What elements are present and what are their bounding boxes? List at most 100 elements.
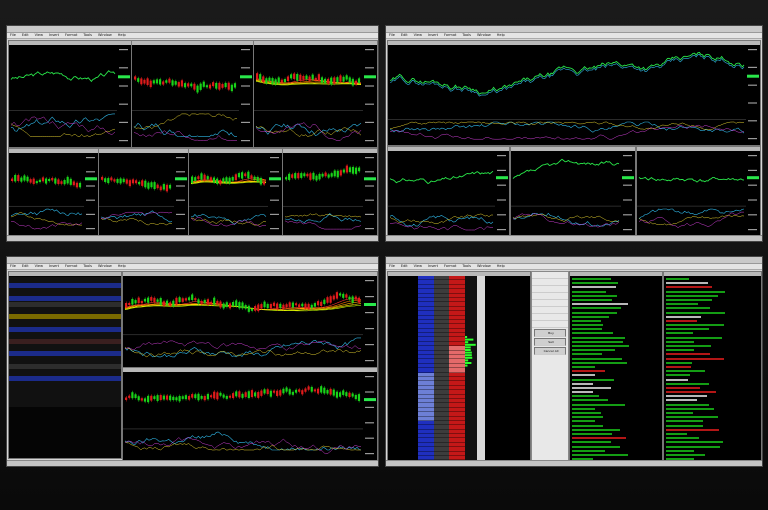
buy-button[interactable]: Buy: [534, 329, 566, 337]
menu-tools[interactable]: Tools: [83, 33, 92, 37]
menu-help[interactable]: Help: [497, 33, 505, 37]
menu-window[interactable]: Window: [477, 33, 491, 37]
candle-body: [310, 304, 313, 309]
order-field[interactable]: [532, 293, 568, 300]
menu-help[interactable]: Help: [497, 264, 505, 268]
dom-bid-column[interactable]: [418, 276, 434, 462]
chart-window[interactable]: [188, 148, 283, 236]
menu-format[interactable]: Format: [444, 264, 456, 268]
menu-insert[interactable]: Insert: [428, 33, 438, 37]
price-chart[interactable]: [9, 45, 131, 146]
time-and-sales-window[interactable]: [569, 271, 663, 463]
line-chart[interactable]: [388, 45, 760, 144]
menu-view[interactable]: View: [35, 33, 43, 37]
order-entry-panel[interactable]: Buy Sell Cancel All: [531, 271, 569, 463]
depth-of-market-window[interactable]: [387, 271, 531, 463]
watchlist-header[interactable]: [9, 272, 121, 276]
candlestick-chart[interactable]: [99, 153, 188, 234]
dom-ask-column[interactable]: [449, 276, 465, 462]
chart-window[interactable]: [636, 146, 761, 237]
dom-bid-size-column[interactable]: [388, 276, 418, 462]
candlestick-chart[interactable]: [132, 45, 253, 146]
menu-window[interactable]: Window: [477, 264, 491, 268]
price-chart[interactable]: [637, 151, 760, 235]
price-axis-tick-label: [176, 157, 185, 159]
menu-file[interactable]: File: [10, 264, 16, 268]
time-and-sales-header[interactable]: [570, 272, 662, 276]
watchlist-rows[interactable]: [9, 277, 121, 407]
candle-body: [357, 167, 361, 172]
candle-body: [181, 396, 184, 399]
menu-format[interactable]: Format: [444, 33, 456, 37]
chart-window[interactable]: [282, 148, 378, 236]
chart-window[interactable]: [387, 146, 510, 237]
menu-file[interactable]: File: [389, 264, 395, 268]
menu-window[interactable]: Window: [98, 264, 112, 268]
menu-file[interactable]: File: [389, 33, 395, 37]
menu-view[interactable]: View: [35, 264, 43, 268]
chart-window[interactable]: [8, 148, 99, 236]
price-axis-tick-label: [270, 157, 279, 159]
order-field[interactable]: [532, 286, 568, 293]
cancel-all-button[interactable]: Cancel All: [534, 347, 566, 355]
menu-bar[interactable]: File Edit View Insert Format Tools Window Help: [7, 33, 378, 39]
time-and-sales-window[interactable]: [663, 271, 762, 463]
chart-window[interactable]: [98, 148, 189, 236]
price-axis-tick-label: [365, 344, 374, 346]
order-field[interactable]: [532, 314, 568, 321]
menu-window[interactable]: Window: [98, 33, 112, 37]
menu-tools[interactable]: Tools: [83, 264, 92, 268]
menu-edit[interactable]: Edit: [22, 33, 29, 37]
price-axis: [746, 151, 760, 235]
menu-insert[interactable]: Insert: [49, 264, 59, 268]
chart-window[interactable]: [8, 40, 132, 148]
chart-window[interactable]: [253, 40, 378, 148]
order-field[interactable]: [532, 307, 568, 314]
candle-body: [351, 296, 354, 303]
moving-average-ribbon-chart[interactable]: [254, 45, 377, 146]
candle-body: [253, 176, 256, 180]
menu-bar[interactable]: File Edit View Insert Format Tools Window Help: [386, 33, 762, 39]
price-chart[interactable]: [388, 151, 509, 235]
menu-edit[interactable]: Edit: [401, 264, 408, 268]
chart-window[interactable]: [122, 271, 378, 368]
watchlist-row[interactable]: [9, 400, 121, 407]
order-field[interactable]: [532, 300, 568, 307]
menu-edit[interactable]: Edit: [22, 264, 29, 268]
chart-window[interactable]: [122, 367, 378, 461]
watchlist-window[interactable]: [8, 271, 122, 459]
order-field[interactable]: [532, 279, 568, 286]
menu-bar[interactable]: File Edit View Insert Format Tools Window Help: [7, 264, 378, 270]
candlestick-chart[interactable]: [283, 153, 377, 234]
trade-print: [572, 412, 602, 414]
menu-view[interactable]: View: [414, 264, 422, 268]
menu-insert[interactable]: Insert: [49, 33, 59, 37]
price-chart[interactable]: [511, 151, 635, 235]
menu-format[interactable]: Format: [65, 264, 77, 268]
order-field[interactable]: [532, 321, 568, 328]
moving-average-ribbon-chart[interactable]: [123, 276, 377, 366]
menu-help[interactable]: Help: [118, 264, 126, 268]
candle-body: [276, 303, 279, 310]
menu-tools[interactable]: Tools: [462, 264, 471, 268]
chart-window[interactable]: [387, 40, 761, 146]
price-axis-tick-label: [748, 138, 757, 140]
candle-body: [194, 394, 197, 399]
candlestick-chart[interactable]: [123, 372, 377, 459]
menu-insert[interactable]: Insert: [428, 264, 438, 268]
menu-view[interactable]: View: [414, 33, 422, 37]
candle-body: [254, 392, 257, 397]
order-field[interactable]: [532, 272, 568, 279]
menu-file[interactable]: File: [10, 33, 16, 37]
sell-button[interactable]: Sell: [534, 338, 566, 346]
menu-bar[interactable]: File Edit View Insert Format Tools Window Help: [386, 264, 762, 270]
candlestick-chart[interactable]: [9, 153, 98, 234]
chart-window[interactable]: [131, 40, 254, 148]
menu-format[interactable]: Format: [65, 33, 77, 37]
menu-edit[interactable]: Edit: [401, 33, 408, 37]
time-and-sales-header[interactable]: [664, 272, 761, 276]
moving-average-ribbon-chart[interactable]: [189, 153, 282, 234]
menu-tools[interactable]: Tools: [462, 33, 471, 37]
chart-window[interactable]: [510, 146, 636, 237]
menu-help[interactable]: Help: [118, 33, 126, 37]
